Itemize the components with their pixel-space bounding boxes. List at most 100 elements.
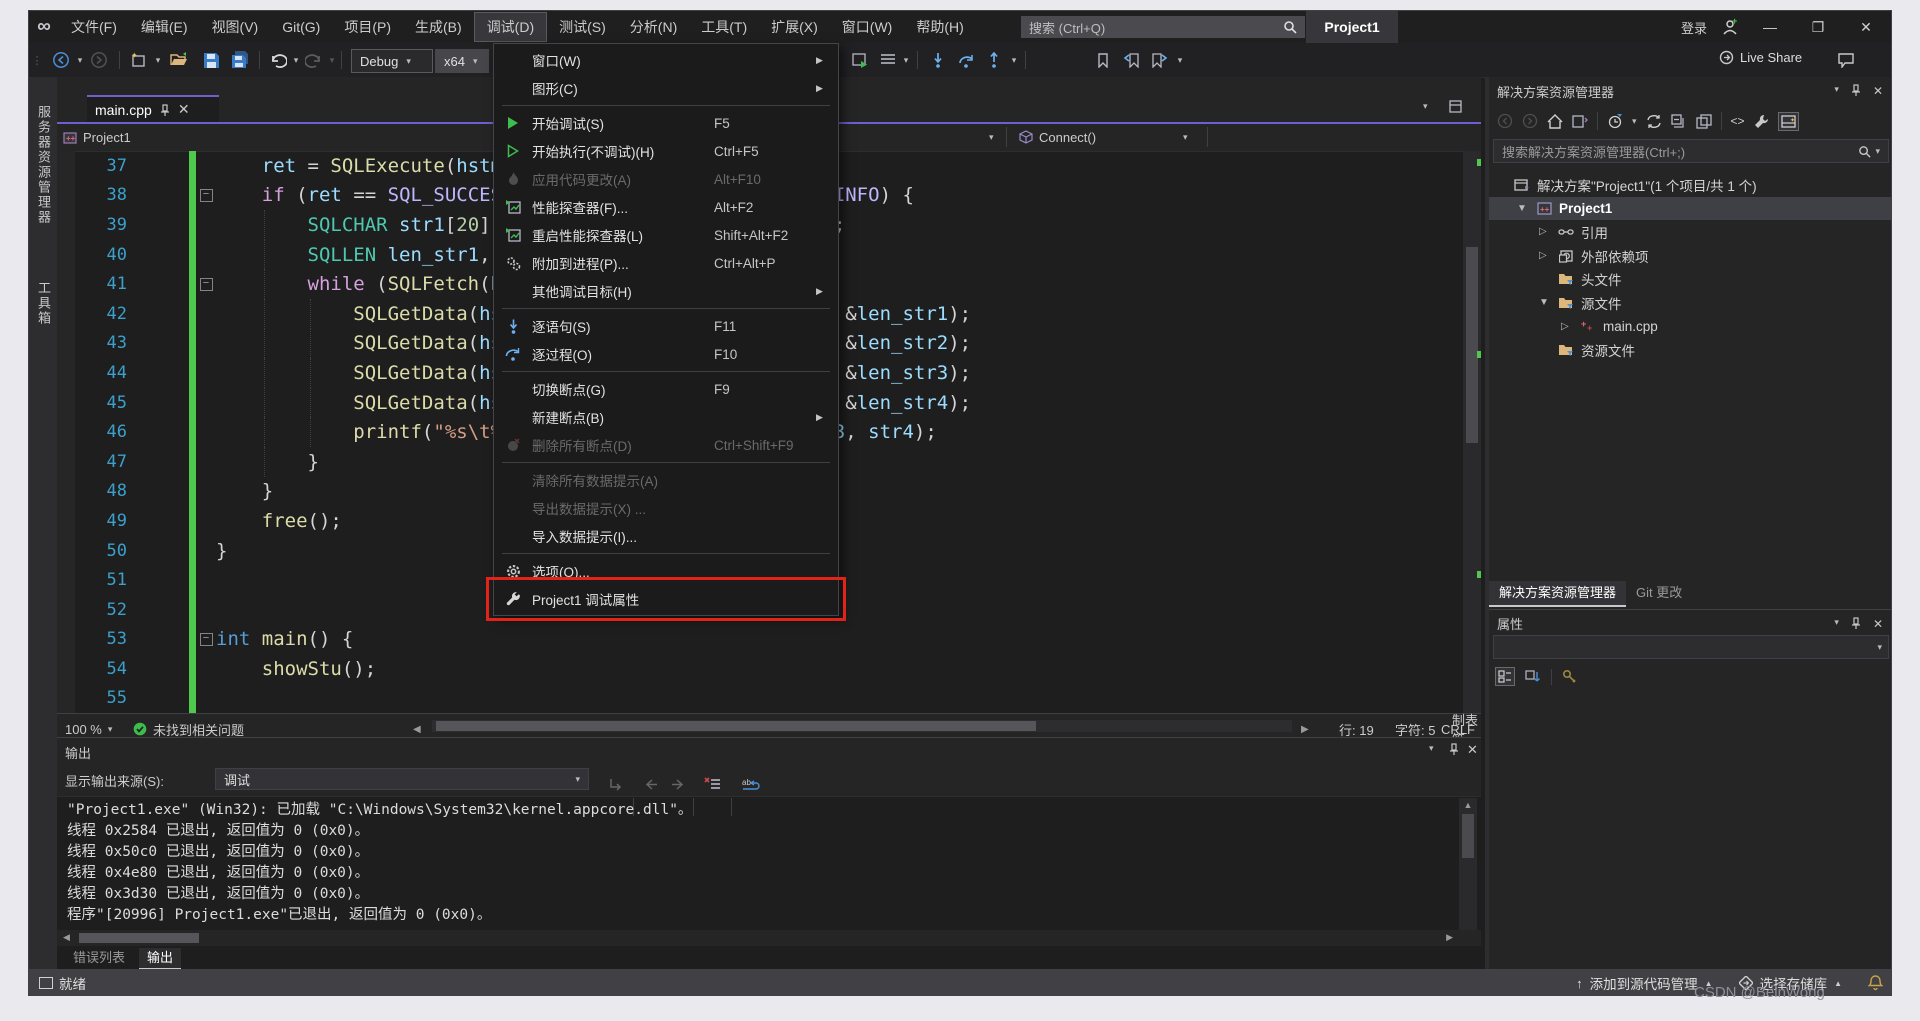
properties-wrench-icon[interactable] [1754, 114, 1769, 129]
menubar-item[interactable]: 生成(B) [403, 12, 474, 42]
nav-type-dropdown-chevron[interactable]: ▾ [989, 124, 994, 150]
close-button[interactable]: ✕ [1849, 19, 1883, 36]
se-forward-icon[interactable] [1522, 113, 1538, 129]
tab-output[interactable]: 输出 [139, 948, 181, 970]
menu-item[interactable]: 导出数据提示(X) ... [494, 494, 838, 522]
breakpoint-gutter[interactable] [57, 358, 75, 388]
step-dropdown[interactable]: ▾ [1009, 48, 1019, 72]
menu-item[interactable]: 窗口(W)▶ [494, 46, 838, 74]
notifications-bell-icon[interactable] [1868, 975, 1883, 991]
toolbar-drag-handle[interactable]: ⋮ [33, 48, 41, 72]
code-line[interactable]: 53–int main() { [57, 625, 1463, 655]
menu-item[interactable]: 其他调试目标(H)▶ [494, 277, 838, 305]
menubar-item[interactable]: 测试(S) [547, 12, 618, 42]
code-line[interactable]: 54 showStu(); [57, 654, 1463, 684]
clear-all-output-icon[interactable] [605, 772, 625, 796]
categorized-icon[interactable] [1495, 667, 1515, 686]
background-task-icon[interactable] [39, 977, 53, 989]
preview-selected-items-icon[interactable]: ✦ [1778, 112, 1799, 131]
restore-button[interactable]: ❐ [1801, 19, 1835, 36]
breakpoint-gutter[interactable] [57, 269, 75, 299]
output-vertical-scrollbar[interactable]: ▲ ▼ [1459, 798, 1477, 946]
breakpoint-gutter[interactable] [57, 210, 75, 240]
collapse-all-icon[interactable] [1671, 114, 1687, 129]
menu-item[interactable]: 应用代码更改(A)Alt+F10 [494, 165, 838, 193]
solution-explorer-close-icon[interactable]: ✕ [1873, 84, 1883, 98]
sync-with-active-document-icon[interactable] [1646, 114, 1662, 129]
menubar-item[interactable]: 项目(P) [332, 12, 403, 42]
solution-explorer-pin-icon[interactable] [1851, 84, 1861, 98]
profile-icon[interactable]: + [1721, 18, 1739, 36]
se-back-icon[interactable] [1497, 113, 1513, 129]
editor-vertical-scrollbar[interactable] [1463, 151, 1481, 713]
save-all-button[interactable] [227, 48, 253, 72]
breakpoint-gutter[interactable] [57, 240, 75, 270]
minimize-button[interactable]: — [1753, 19, 1787, 35]
tree-item--[interactable]: 头文件 [1489, 267, 1892, 291]
solution-platform-dropdown[interactable]: x64▾ [435, 49, 489, 73]
output-horizontal-scrollbar[interactable]: ◀ ▶ [57, 930, 1481, 946]
menu-item[interactable]: 性能探查器(F)...Alt+F2 [494, 193, 838, 221]
menubar-item[interactable]: 扩展(X) [759, 12, 830, 42]
bookmark-icon[interactable] [1093, 48, 1113, 72]
new-project-button[interactable]: ✦ [127, 48, 151, 72]
properties-options-chevron[interactable]: ▾ [1834, 617, 1839, 631]
sign-in-link[interactable]: 登录 [1681, 18, 1707, 37]
show-all-files-icon[interactable] [1696, 114, 1712, 129]
menu-item[interactable]: 导入数据提示(I)... [494, 522, 838, 550]
open-file-button[interactable] [167, 48, 191, 72]
add-to-source-control-button[interactable]: ↑ 添加到源代码管理 ▲ [1576, 973, 1712, 993]
collapsed-arrow-icon[interactable]: ▷ [1539, 226, 1547, 237]
navigate-back-button[interactable] [49, 48, 73, 72]
breakpoint-gutter[interactable] [57, 299, 75, 329]
step-into-toolbar-icon[interactable] [927, 48, 949, 72]
document-list-dropdown-icon[interactable]: ▾ [1423, 93, 1428, 119]
word-wrap-icon[interactable]: ab [739, 772, 763, 796]
properties-header[interactable]: 属性 ▾ ✕ [1489, 609, 1892, 637]
tree-item--[interactable]: ▷外部依赖项 [1489, 244, 1892, 268]
breakpoint-gutter[interactable] [57, 625, 75, 655]
switch-views-icon[interactable] [1572, 114, 1588, 129]
fold-collapse-box[interactable]: – [196, 189, 216, 202]
fold-collapse-box[interactable]: – [196, 633, 216, 646]
solution-explorer-search-input[interactable]: 搜索解决方案资源管理器(Ctrl+;) ▾ [1493, 139, 1889, 163]
nav-member-dropdown[interactable]: Connect() [1019, 124, 1096, 150]
breakpoint-gutter[interactable] [57, 151, 75, 181]
breakpoint-gutter[interactable] [57, 654, 75, 684]
bookmark-dropdown[interactable]: ▾ [1175, 48, 1185, 72]
nav-member-chevron[interactable]: ▾ [1183, 124, 1188, 150]
tree-item-main-cpp[interactable]: ▷++main.cpp [1489, 315, 1892, 339]
properties-close-icon[interactable]: ✕ [1873, 617, 1883, 631]
view-code-icon[interactable]: <> [1731, 114, 1745, 128]
breakpoint-gutter[interactable] [57, 595, 75, 625]
tree-item--[interactable]: 资源文件 [1489, 338, 1892, 362]
close-tab-icon[interactable]: ✕ [178, 101, 190, 118]
next-bookmark-icon[interactable] [1149, 48, 1169, 72]
menubar-item[interactable]: 调试(D) [474, 12, 547, 42]
editor-horizontal-scrollbar[interactable] [432, 720, 1292, 732]
output-panel-header[interactable]: 输出 ▾ ✕ [57, 738, 1481, 764]
menu-item[interactable]: 逐过程(O)F10 [494, 340, 838, 368]
breakpoint-gutter[interactable] [57, 565, 75, 595]
next-message-icon[interactable] [667, 772, 687, 796]
menubar-item[interactable]: 分析(N) [618, 12, 689, 42]
windows-dropdown[interactable]: ▾ [901, 48, 911, 72]
menu-item[interactable]: 选项(O)... [494, 557, 838, 585]
menubar-item[interactable]: 窗口(W) [830, 12, 905, 42]
expanded-arrow-icon[interactable]: ▼ [1539, 297, 1549, 308]
menu-item[interactable]: 附加到进程(P)...Ctrl+Alt+P [494, 249, 838, 277]
breakpoints-window-icon[interactable] [877, 48, 899, 72]
prev-message-icon[interactable] [641, 772, 661, 796]
menubar-item[interactable]: Git(G) [270, 12, 332, 42]
property-pages-icon[interactable] [1562, 669, 1577, 684]
solution-explorer-options-chevron[interactable]: ▾ [1834, 84, 1839, 98]
breakpoint-gutter[interactable] [57, 181, 75, 211]
redo-dropdown[interactable]: ▾ [327, 48, 337, 72]
menu-item[interactable]: 逐语句(S)F11 [494, 312, 838, 340]
navigate-forward-button[interactable] [87, 48, 111, 72]
output-options-chevron[interactable]: ▾ [1429, 743, 1434, 754]
collapsed-arrow-icon[interactable]: ▷ [1539, 250, 1547, 261]
tab-main-cpp[interactable]: main.cpp ✕ [87, 95, 219, 122]
code-line[interactable]: 55 [57, 684, 1463, 713]
feedback-icon[interactable] [1835, 48, 1857, 72]
